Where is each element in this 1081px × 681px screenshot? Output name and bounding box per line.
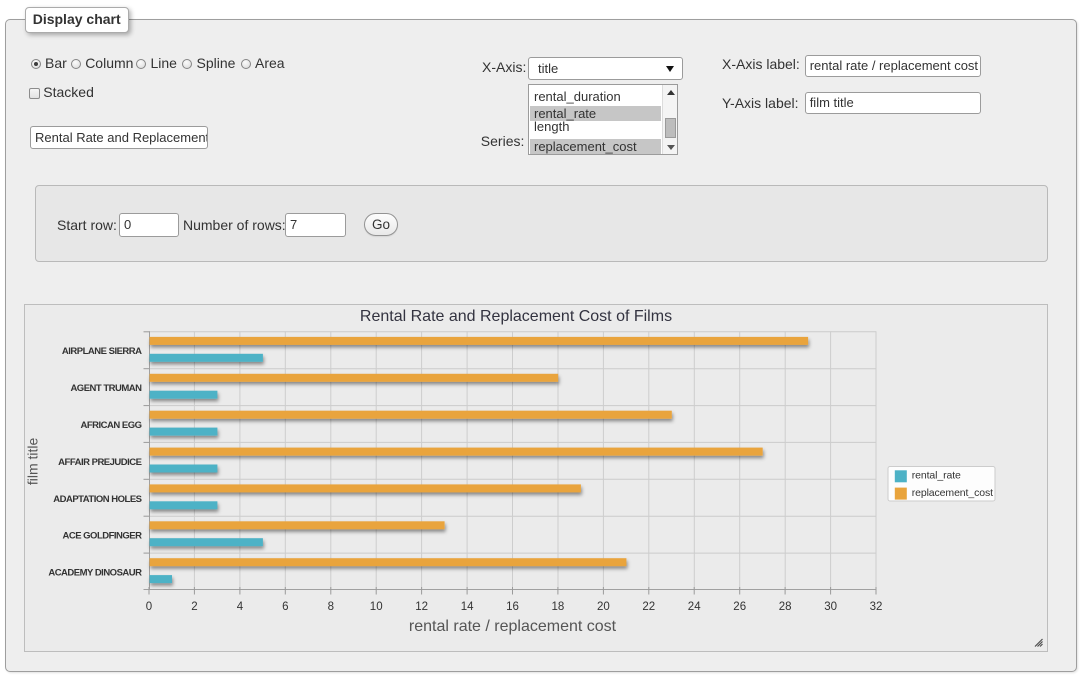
- svg-text:26: 26: [733, 601, 746, 613]
- svg-text:Rental Rate and Replacement Co: Rental Rate and Replacement Cost of Film…: [360, 308, 672, 325]
- svg-text:14: 14: [461, 601, 474, 613]
- svg-text:AGENT TRUMAN: AGENT TRUMAN: [70, 383, 142, 394]
- svg-text:ACADEMY DINOSAUR: ACADEMY DINOSAUR: [48, 568, 142, 579]
- svg-text:rental rate / replacement cost: rental rate / replacement cost: [409, 618, 617, 635]
- svg-text:22: 22: [642, 601, 655, 613]
- svg-text:ADAPTATION HOLES: ADAPTATION HOLES: [53, 494, 141, 505]
- svg-text:12: 12: [415, 601, 428, 613]
- svg-text:16: 16: [506, 601, 519, 613]
- svg-text:32: 32: [870, 601, 883, 613]
- svg-text:AFRICAN EGG: AFRICAN EGG: [81, 420, 142, 431]
- svg-text:10: 10: [370, 601, 383, 613]
- svg-text:8: 8: [328, 601, 334, 613]
- svg-text:30: 30: [824, 601, 837, 613]
- svg-text:0: 0: [146, 601, 152, 613]
- svg-text:6: 6: [282, 601, 288, 613]
- svg-text:4: 4: [237, 601, 244, 613]
- svg-text:18: 18: [552, 601, 565, 613]
- svg-text:AIRPLANE SIERRA: AIRPLANE SIERRA: [62, 346, 142, 357]
- svg-text:2: 2: [191, 601, 197, 613]
- svg-text:film title: film title: [25, 437, 41, 485]
- svg-text:20: 20: [597, 601, 610, 613]
- svg-text:replacement_cost: replacement_cost: [912, 487, 993, 499]
- svg-text:rental_rate: rental_rate: [912, 470, 961, 482]
- svg-text:28: 28: [779, 601, 792, 613]
- svg-text:ACE GOLDFINGER: ACE GOLDFINGER: [62, 531, 142, 542]
- svg-text:AFFAIR PREJUDICE: AFFAIR PREJUDICE: [58, 457, 141, 468]
- svg-text:24: 24: [688, 601, 701, 613]
